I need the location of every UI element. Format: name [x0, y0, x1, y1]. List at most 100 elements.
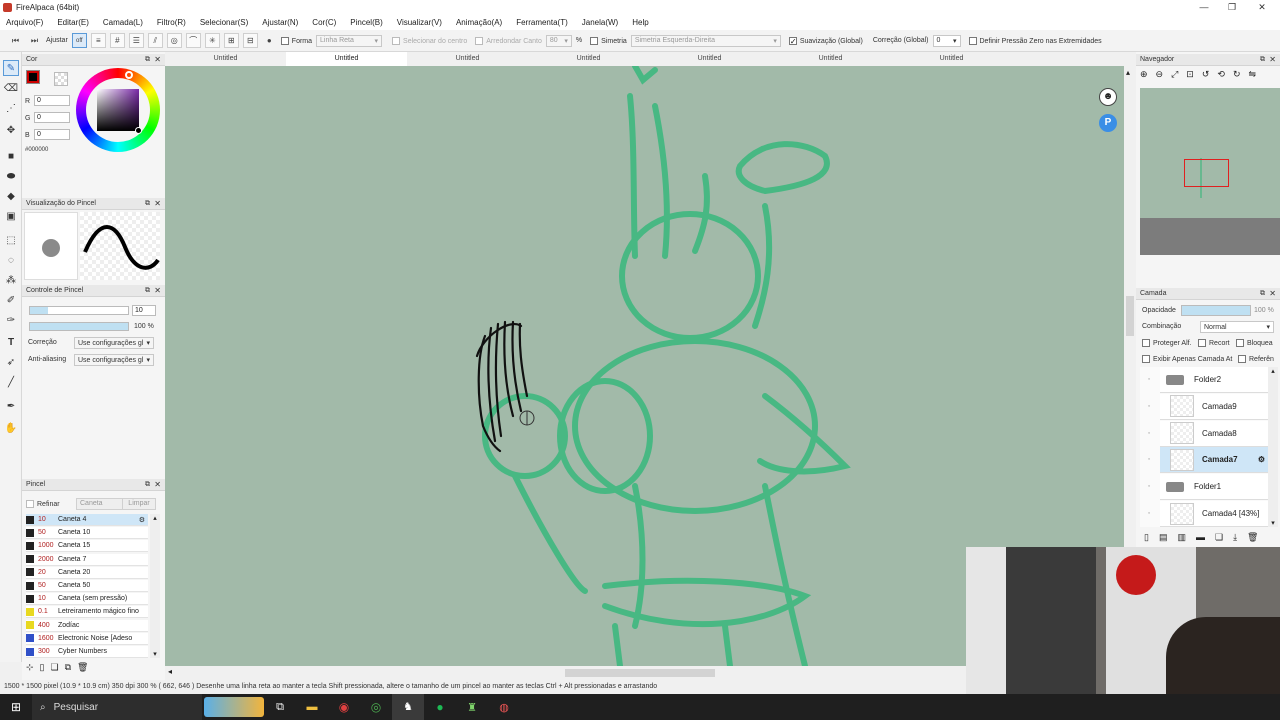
visibility-icon[interactable]: ◦	[1140, 474, 1158, 500]
tab-untitled-4[interactable]: Untitled	[528, 52, 649, 66]
lock-checkbox[interactable]	[1236, 339, 1244, 347]
play-back-icon[interactable]: ⏮	[8, 33, 23, 48]
menu-selecionar[interactable]: Selecionar(S)	[200, 18, 248, 27]
delete-brush-icon[interactable]: 🗑	[77, 662, 88, 673]
hand-tool-icon[interactable]: ✋	[3, 420, 19, 436]
visibility-icon[interactable]: ◦	[1140, 501, 1158, 527]
select-rect-icon[interactable]: ⬚	[3, 232, 19, 248]
scroll-left-icon[interactable]: ◂	[168, 667, 172, 676]
new-brush-icon[interactable]: ▯	[40, 662, 45, 673]
hscroll-thumb[interactable]	[565, 669, 715, 677]
layer-opacity-slider[interactable]	[1181, 305, 1251, 316]
duplicate-layer-icon[interactable]: ❏	[1215, 532, 1223, 543]
round-corner-input[interactable]: 80 ▾	[545, 34, 572, 47]
snap-curve-icon[interactable]: ⌒	[185, 33, 201, 48]
brush-list-item[interactable]: 300 Cyber Numbers	[26, 646, 148, 658]
symmetry-select[interactable]: Simetria Esquerda-Direita ▾	[630, 34, 781, 47]
snap-lines-icon[interactable]: ☰	[128, 33, 144, 48]
new-8bit-layer-icon[interactable]: ▤	[1159, 532, 1168, 543]
new-folder-icon[interactable]: ▬	[1196, 532, 1205, 543]
rotate-reset-icon[interactable]: ⟲	[1217, 69, 1225, 80]
eyedropper-icon[interactable]: ✒	[3, 398, 19, 414]
pin-icon[interactable]: ⧉	[145, 54, 150, 66]
tab-untitled-7[interactable]: Untitled	[891, 52, 1012, 66]
snap-perspective-icon[interactable]: ⊞	[223, 33, 239, 48]
form-select[interactable]: Linha Reta ▾	[316, 34, 383, 47]
firealpaca-taskbar-icon[interactable]: ♞	[392, 694, 424, 720]
saturation-square[interactable]	[97, 89, 139, 131]
brush-size-slider[interactable]	[29, 306, 129, 315]
zoom-fit-icon[interactable]: ⤢	[1171, 69, 1178, 80]
pen-tool-icon[interactable]: ✎	[3, 60, 19, 76]
dot-tool-icon[interactable]: ⋰	[3, 100, 19, 116]
mascot-icon[interactable]: ☻	[1099, 88, 1117, 106]
layer-list-scrollbar[interactable]: ▴ ▾	[1268, 367, 1278, 527]
hue-handle[interactable]	[125, 71, 133, 79]
scroll-down-icon[interactable]: ▾	[150, 650, 160, 658]
clip-checkbox[interactable]	[1198, 339, 1206, 347]
gear-icon[interactable]: ⚙	[1258, 455, 1265, 464]
menu-arquivo[interactable]: Arquivo(F)	[6, 18, 43, 27]
rotate-left-icon[interactable]: ↺	[1202, 69, 1210, 80]
scroll-up-icon[interactable]: ▴	[150, 514, 160, 522]
brush-list-item[interactable]: 10 Caneta (sem pressão)	[26, 593, 148, 606]
play-forward-icon[interactable]: ⏭	[27, 33, 42, 48]
import-brush-icon[interactable]: ⧉	[65, 662, 71, 673]
magic-wand-icon[interactable]: ⁂	[3, 272, 19, 288]
scroll-up-icon[interactable]: ▴	[1268, 367, 1278, 375]
select-center-checkbox[interactable]	[392, 36, 401, 45]
taskbar-widget-icon[interactable]	[204, 697, 264, 717]
snap-3d-icon[interactable]: ⊟	[242, 33, 258, 48]
foreground-color-swatch[interactable]	[26, 70, 40, 84]
snap-off-button[interactable]: off	[71, 33, 87, 48]
antialias-dropdown[interactable]: Use configurações gl ▾	[74, 354, 154, 366]
snap-circle-icon[interactable]: ◎	[166, 33, 182, 48]
layer-row[interactable]: Camada4 [43%]	[1160, 501, 1268, 527]
pin-icon[interactable]: ⧉	[1260, 54, 1265, 66]
brush-list-item[interactable]: 50 Caneta 50	[26, 580, 148, 592]
visibility-icon[interactable]: ◦	[1140, 394, 1158, 420]
menu-cor[interactable]: Cor(C)	[312, 18, 336, 27]
layer-folder-row[interactable]: Folder1	[1160, 474, 1268, 501]
brush-list-item[interactable]: 20 Caneta 20	[26, 566, 148, 579]
pin-icon[interactable]: ⧉	[145, 198, 150, 210]
tab-untitled-1[interactable]: Untitled	[165, 52, 286, 66]
menu-pincel[interactable]: Pincel(B)	[350, 18, 382, 27]
navigator-preview[interactable]	[1140, 88, 1280, 255]
clear-button[interactable]: Limpar	[122, 498, 156, 510]
close-icon[interactable]: ✕	[1269, 288, 1276, 300]
protect-alpha-checkbox[interactable]	[1142, 339, 1150, 347]
close-icon[interactable]: ✕	[154, 285, 161, 297]
symmetry-checkbox[interactable]	[590, 36, 599, 45]
close-icon[interactable]: ✕	[1269, 54, 1276, 66]
windows-start-icon[interactable]: ⊞	[0, 700, 32, 714]
text-tool-icon[interactable]: T	[3, 334, 19, 350]
brush-list-item[interactable]: 10 Caneta 4 ⚙	[26, 514, 148, 526]
brush-list-item[interactable]: 50 Caneta 10	[26, 527, 148, 540]
brush-list-item[interactable]: 400 Zodíac	[26, 619, 148, 632]
menu-visualizar[interactable]: Visualizar(V)	[397, 18, 442, 27]
brush-list-item[interactable]: 2000 Caneta 7	[26, 553, 148, 566]
round-corner-checkbox[interactable]	[475, 36, 484, 45]
record-taskbar-icon[interactable]: ◍	[488, 701, 520, 714]
brush-list-scrollbar[interactable]: ▴ ▾	[150, 514, 160, 658]
refine-checkbox[interactable]	[26, 500, 34, 508]
rotate-right-icon[interactable]: ↻	[1233, 69, 1241, 80]
new-layer-icon[interactable]: ▯	[1144, 532, 1149, 543]
zoom-out-icon[interactable]: ⊖	[1156, 69, 1164, 80]
maximize-icon[interactable]: ❐	[1220, 0, 1244, 14]
eraser-tool-icon[interactable]: ⌫	[3, 80, 19, 96]
background-color-swatch[interactable]	[54, 72, 68, 86]
tab-untitled-5[interactable]: Untitled	[649, 52, 770, 66]
add-brush-icon[interactable]: ⊹	[26, 662, 34, 673]
p-badge-icon[interactable]: P	[1099, 114, 1117, 132]
bucket-tool-icon[interactable]: ⬬	[3, 168, 19, 184]
tab-untitled-6[interactable]: Untitled	[770, 52, 891, 66]
layer-row[interactable]: Camada8	[1160, 420, 1268, 447]
menu-animacao[interactable]: Animação(A)	[456, 18, 502, 27]
menu-ferramenta[interactable]: Ferramenta(T)	[516, 18, 568, 27]
snap-dot-icon[interactable]: ●	[262, 33, 277, 48]
tab-untitled-2[interactable]: Untitled	[286, 52, 407, 66]
menu-editar[interactable]: Editar(E)	[57, 18, 89, 27]
close-icon[interactable]: ✕	[1250, 0, 1274, 14]
